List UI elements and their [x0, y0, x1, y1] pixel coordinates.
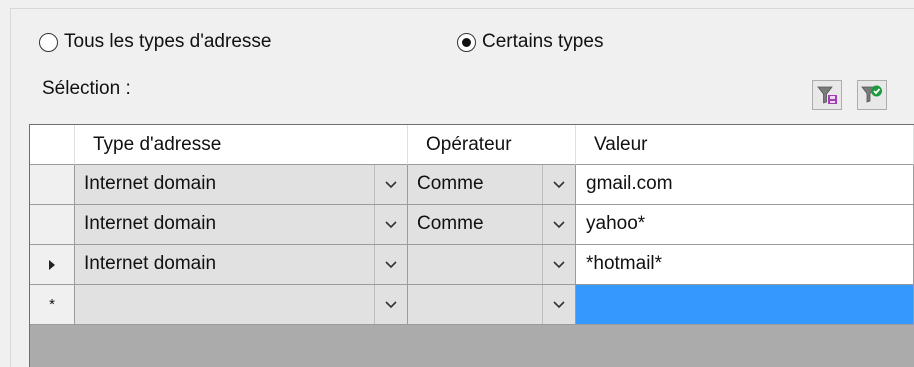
radio-circle-selected — [457, 32, 476, 52]
value-cell[interactable]: yahoo* — [576, 205, 914, 245]
header-corner — [30, 125, 75, 165]
address-type-grid[interactable]: Type d'adresse Opérateur Valeur Internet… — [29, 124, 914, 367]
new-row-asterisk-icon: * — [49, 296, 55, 313]
radio-all-label: Tous les types d'adresse — [64, 31, 272, 52]
chevron-down-icon[interactable] — [542, 245, 575, 284]
filter-save-icon — [817, 86, 837, 104]
type-combo[interactable] — [75, 285, 408, 325]
column-header-value[interactable]: Valeur — [576, 125, 914, 165]
row-header[interactable] — [30, 245, 75, 285]
row-header[interactable] — [30, 205, 75, 245]
type-combo[interactable]: Internet domain — [75, 245, 408, 285]
operator-combo[interactable]: Comme — [408, 165, 576, 205]
operator-value: Comme — [417, 213, 484, 234]
filter-apply-icon — [861, 85, 882, 103]
chevron-down-icon[interactable] — [542, 165, 575, 204]
value-cell[interactable]: *hotmail* — [576, 245, 914, 285]
current-row-indicator-icon — [49, 259, 55, 270]
selection-label: Sélection : — [42, 78, 131, 99]
value-text: yahoo* — [586, 213, 646, 234]
value-text: *hotmail* — [586, 253, 663, 274]
type-combo[interactable]: Internet domain — [75, 205, 408, 245]
radio-dot — [462, 37, 471, 47]
operator-combo[interactable] — [408, 285, 576, 325]
table-row: Internet domain Comme gmail.com — [30, 165, 914, 205]
table-row: Internet domain *hotmail* — [30, 245, 914, 285]
group-border-top — [10, 8, 914, 9]
filter-save-button[interactable] — [812, 80, 842, 110]
type-value: Internet domain — [84, 213, 217, 234]
column-header-type-label: Type d'adresse — [93, 134, 222, 155]
value-text: gmail.com — [586, 173, 673, 194]
row-header[interactable]: * — [30, 285, 75, 325]
value-cell-active[interactable] — [576, 285, 914, 325]
chevron-down-icon[interactable] — [374, 245, 407, 284]
table-row: Internet domain Comme yahoo* — [30, 205, 914, 245]
chevron-down-icon[interactable] — [374, 165, 407, 204]
value-cell[interactable]: gmail.com — [576, 165, 914, 205]
radio-some-types[interactable]: Certains types — [457, 31, 603, 53]
operator-combo[interactable] — [408, 245, 576, 285]
chevron-down-icon[interactable] — [542, 205, 575, 244]
type-combo[interactable]: Internet domain — [75, 165, 408, 205]
group-border-left — [10, 8, 11, 367]
radio-circle — [39, 32, 58, 52]
chevron-down-icon[interactable] — [374, 205, 407, 244]
column-header-operator[interactable]: Opérateur — [408, 125, 576, 165]
chevron-down-icon[interactable] — [374, 285, 407, 324]
grid-header-row: Type d'adresse Opérateur Valeur — [30, 125, 914, 165]
column-header-value-label: Valeur — [594, 134, 648, 155]
row-header[interactable] — [30, 165, 75, 205]
radio-some-label: Certains types — [482, 31, 604, 52]
type-value: Internet domain — [84, 173, 217, 194]
new-row: * — [30, 285, 914, 325]
operator-value: Comme — [417, 173, 484, 194]
column-header-operator-label: Opérateur — [426, 134, 512, 155]
chevron-down-icon[interactable] — [542, 285, 575, 324]
radio-all-address-types[interactable]: Tous les types d'adresse — [39, 31, 271, 53]
type-value: Internet domain — [84, 253, 217, 274]
operator-combo[interactable]: Comme — [408, 205, 576, 245]
column-header-type[interactable]: Type d'adresse — [75, 125, 408, 165]
filter-apply-button[interactable] — [857, 80, 887, 110]
